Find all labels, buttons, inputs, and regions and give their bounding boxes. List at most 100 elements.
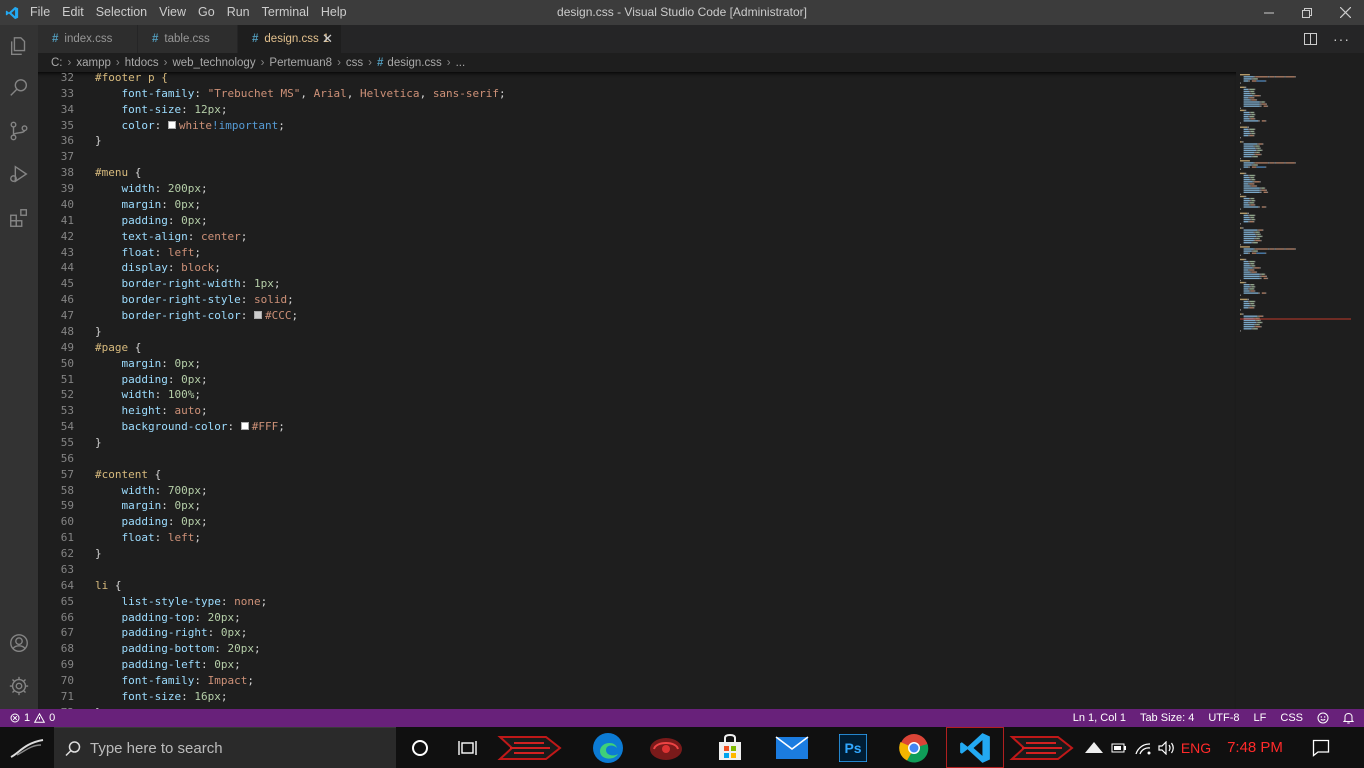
code-line[interactable]: 32 #footer p { [38,72,1236,86]
breadcrumb-item[interactable]: Pertemuan8 [269,57,332,69]
rog-app-icon[interactable] [496,727,566,768]
code-line[interactable]: 69 padding-left: 0px; [38,657,1236,673]
cortana-icon[interactable] [400,727,440,768]
extensions-icon[interactable] [0,197,38,239]
search-icon[interactable] [0,67,38,109]
close-tab-icon[interactable]: ✕ [322,31,333,47]
color-swatch[interactable] [167,120,176,129]
manage-gear-icon[interactable] [0,665,38,707]
code-line[interactable]: 43 float: left; [38,245,1236,261]
code-line[interactable]: 67 padding-right: 0px; [38,625,1236,641]
account-icon[interactable] [0,622,38,664]
rog-armoury-icon[interactable] [1008,727,1078,768]
code-line[interactable]: 45 border-right-width: 1px; [38,276,1236,292]
code-line[interactable]: 39 width: 200px; [38,181,1236,197]
code-line[interactable]: 64 li { [38,578,1236,594]
code-line[interactable]: 61 float: left; [38,530,1236,546]
notifications-bell-icon[interactable] [1343,712,1354,724]
volume-icon[interactable] [1156,727,1178,768]
end-of-line[interactable]: LF [1254,712,1267,724]
breadcrumb-item[interactable]: ... [456,57,466,69]
menu-edit[interactable]: Edit [56,0,90,25]
code-line[interactable]: 40 margin: 0px; [38,197,1236,213]
problems-indicator[interactable]: 1 0 [10,709,55,727]
rog-tray-icon[interactable] [1082,727,1106,768]
code-editor[interactable]: 32 #footer p {33 font-family: "Trebuchet … [38,72,1236,709]
code-line[interactable]: 56 [38,451,1236,467]
breadcrumb-item[interactable]: web_technology [172,57,255,69]
code-line[interactable]: 57 #content { [38,467,1236,483]
breadcrumb-item[interactable]: C: [51,57,63,69]
edge-browser-icon[interactable] [588,727,628,768]
cursor-position[interactable]: Ln 1, Col 1 [1073,712,1126,724]
code-line[interactable]: 49 #page { [38,340,1236,356]
code-line[interactable]: 50 margin: 0px; [38,356,1236,372]
menu-help[interactable]: Help [315,0,353,25]
code-line[interactable]: 41 padding: 0px; [38,213,1236,229]
color-swatch[interactable] [253,311,262,320]
code-line[interactable]: 70 font-family: Impact; [38,673,1236,689]
task-view-icon[interactable] [448,727,488,768]
tab-design-css[interactable]: # design.css 1 ✕ [238,25,342,53]
code-line[interactable]: 44 display: block; [38,260,1236,276]
language-mode[interactable]: CSS [1280,712,1303,724]
minimap[interactable] [1236,72,1364,709]
menu-go[interactable]: Go [192,0,221,25]
breadcrumb-item[interactable]: htdocs [125,57,159,69]
tab-size[interactable]: Tab Size: 4 [1140,712,1194,724]
menu-selection[interactable]: Selection [90,0,153,25]
close-window-button[interactable] [1326,0,1364,25]
code-line[interactable]: 55} [38,435,1236,451]
menu-file[interactable]: File [24,0,56,25]
explorer-icon[interactable] [0,25,38,67]
code-line[interactable]: 53 height: auto; [38,403,1236,419]
code-line[interactable]: 63 [38,562,1236,578]
run-debug-icon[interactable] [0,153,38,195]
breadcrumb-item[interactable]: xampp [76,57,111,69]
start-button[interactable] [0,727,54,768]
tab-table-css[interactable]: # table.css [138,25,238,53]
minimize-button[interactable] [1250,0,1288,25]
encoding[interactable]: UTF-8 [1208,712,1239,724]
split-editor-icon[interactable] [1304,33,1317,45]
wifi-icon[interactable] [1132,727,1154,768]
code-line[interactable]: 36} [38,133,1236,149]
input-language[interactable]: ENG [1178,727,1214,768]
breadcrumb-item[interactable]: design.css [387,57,441,69]
source-control-icon[interactable] [0,110,38,152]
microsoft-store-icon[interactable] [710,727,750,768]
code-line[interactable]: 38 #menu { [38,165,1236,181]
menu-run[interactable]: Run [221,0,256,25]
code-line[interactable]: 33 font-family: "Trebuchet MS", Arial, H… [38,86,1236,102]
taskbar-search-box[interactable]: Type here to search [54,727,396,768]
battery-icon[interactable] [1108,727,1130,768]
action-center-icon[interactable] [1306,727,1336,768]
code-line[interactable]: 34 font-size: 12px; [38,102,1236,118]
more-actions-icon[interactable]: ··· [1333,31,1350,47]
menu-terminal[interactable]: Terminal [256,0,315,25]
chrome-icon[interactable] [892,727,936,768]
mail-icon[interactable] [770,727,814,768]
vscode-taskbar-icon[interactable] [946,727,1004,768]
code-line[interactable]: 54 background-color: #FFF; [38,419,1236,435]
code-line[interactable]: 47 border-right-color: #CCC; [38,308,1236,324]
code-line[interactable]: 60 padding: 0px; [38,514,1236,530]
code-line[interactable]: 59 margin: 0px; [38,498,1236,514]
game-app-icon[interactable] [644,727,688,768]
feedback-icon[interactable] [1317,712,1329,724]
code-line[interactable]: 65 list-style-type: none; [38,594,1236,610]
tab-index-css[interactable]: # index.css [38,25,138,53]
code-line[interactable]: 46 border-right-style: solid; [38,292,1236,308]
code-line[interactable]: 51 padding: 0px; [38,372,1236,388]
code-line[interactable]: 66 padding-top: 20px; [38,610,1236,626]
code-line[interactable]: 58 width: 700px; [38,483,1236,499]
clock[interactable]: 7:48 PM [1222,727,1288,768]
color-swatch[interactable] [240,422,249,431]
code-line[interactable]: 37 [38,149,1236,165]
code-line[interactable]: 68 padding-bottom: 20px; [38,641,1236,657]
code-line[interactable]: 48} [38,324,1236,340]
code-line[interactable]: 62} [38,546,1236,562]
breadcrumb-item[interactable]: css [346,57,363,69]
photoshop-icon[interactable]: Ps [834,727,872,768]
code-line[interactable]: 52 width: 100%; [38,387,1236,403]
